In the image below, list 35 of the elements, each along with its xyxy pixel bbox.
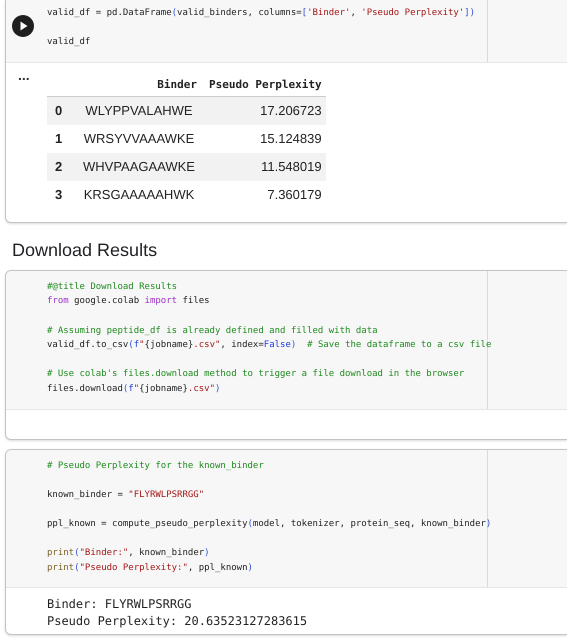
column-header: Pseudo Perplexity	[201, 72, 326, 96]
code-line: known_binder = "FLYRWLPSRRGG"	[47, 488, 204, 502]
table-cell: WRSYVVAAAWKE	[73, 124, 201, 153]
output-line: Pseudo Perplexity: 20.63523127283615	[47, 613, 308, 630]
output-menu-icon[interactable]: ...	[18, 68, 30, 81]
row-index: 2	[47, 152, 73, 181]
table-cell: KRSGAAAAAHWK	[73, 180, 201, 209]
column-header: Binder	[73, 72, 201, 96]
code-line: valid_df = pd.DataFrame(valid_binders, columns=['Binder', 'Pseudo Perplexity'])	[47, 7, 476, 20]
code-line: #@title Download Results	[47, 280, 178, 294]
row-index: 3	[47, 180, 73, 209]
table-cell: WLYPPVALAHWE	[73, 96, 201, 125]
row-index: 1	[47, 124, 73, 153]
code-editor[interactable]	[6, 270, 567, 409]
code-line: valid_df	[47, 36, 90, 50]
code-line: ppl_known = compute_pseudo_perplexity(model, tokenizer, protein_seq, known_binder)	[47, 518, 492, 531]
table-cell: 11.548019	[201, 152, 326, 181]
run-button[interactable]	[12, 15, 34, 37]
code-line: valid_df.to_csv(f"{jobname}.csv", index=False) # Save the dataframe to a csv file	[47, 339, 492, 352]
code-line: print("Pseudo Perplexity:", ppl_known)	[47, 562, 253, 575]
code-line: # Pseudo Perplexity for the known_binder	[47, 460, 264, 473]
table-cell: 15.124839	[201, 124, 326, 153]
code-line: # Assuming peptide_df is already defined and filled with data	[47, 324, 378, 338]
code-editor[interactable]: valid_df = pd.DataFrame(valid_binders, columns=['Binder', 'Pseudo Perplexity']) valid_df	[6, 0, 567, 62]
table-cell: 17.206723	[201, 96, 326, 125]
table-cell: WHVPAAGAAWKE	[73, 152, 201, 181]
code-line: from google.colab import files	[47, 295, 210, 308]
code-line: # Use colab's files.download method to trigger a file download in the browser	[47, 368, 464, 382]
code-editor[interactable]	[6, 450, 567, 588]
row-index: 0	[47, 96, 73, 125]
code-line: print("Binder:", known_binder)	[47, 547, 210, 560]
code-line: files.download(f"{jobname}.csv")	[47, 382, 220, 396]
table-cell: 7.360179	[201, 180, 326, 209]
section-heading: Download Results	[12, 238, 158, 261]
output-line: Binder: FLYRWLPSRRGG	[47, 596, 192, 614]
